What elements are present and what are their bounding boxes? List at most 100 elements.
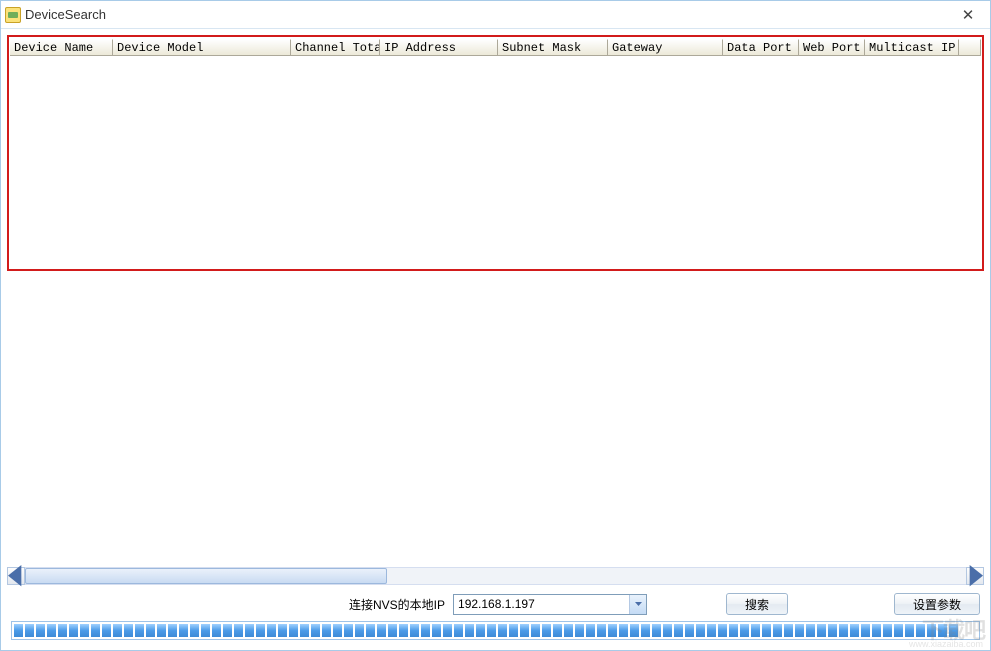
progress-segment [465,624,474,637]
progress-segment [850,624,859,637]
progress-segment [69,624,78,637]
progress-segment [124,624,133,637]
progress-segment [685,624,694,637]
progress-segment [916,624,925,637]
local-ip-input[interactable] [454,595,629,614]
progress-segment [696,624,705,637]
progress-segment [663,624,672,637]
progress-segment [927,624,936,637]
table-body[interactable] [10,56,981,268]
progress-segment [278,624,287,637]
local-ip-label: 连接NVS的本地IP [349,596,445,613]
scroll-right-button[interactable] [966,567,984,585]
spacer [7,271,984,567]
progress-segment [410,624,419,637]
progress-segment [113,624,122,637]
progress-segment [784,624,793,637]
progress-segment [564,624,573,637]
app-window: DeviceSearch ✕ Device NameDevice ModelCh… [0,0,991,651]
progress-segment [861,624,870,637]
progress-segment [542,624,551,637]
progress-segment [443,624,452,637]
progress-segment [234,624,243,637]
settings-button[interactable]: 设置参数 [894,593,980,615]
progress-segment [201,624,210,637]
column-header[interactable]: IP Address [380,39,498,56]
progress-segment [135,624,144,637]
progress-segment [641,624,650,637]
progress-segment [531,624,540,637]
progress-segment [355,624,364,637]
column-header[interactable]: Channel Total [291,39,380,56]
column-header[interactable]: Multicast IP [865,39,959,56]
progress-segment [300,624,309,637]
progress-segment [498,624,507,637]
content-area: Device NameDevice ModelChannel TotalIP A… [1,29,990,650]
titlebar[interactable]: DeviceSearch ✕ [1,1,990,29]
column-header[interactable]: Data Port [723,39,799,56]
progress-segment [80,624,89,637]
progress-segment [652,624,661,637]
progress-segment [157,624,166,637]
progress-segment [168,624,177,637]
close-icon[interactable]: ✕ [948,3,988,27]
progress-segment [575,624,584,637]
progress-segment [883,624,892,637]
progress-segment [256,624,265,637]
progress-bar [11,621,980,640]
progress-segment [740,624,749,637]
device-table-highlight: Device NameDevice ModelChannel TotalIP A… [7,35,984,271]
progress-segment [487,624,496,637]
progress-segment [872,624,881,637]
progress-segment [190,624,199,637]
progress-segment [311,624,320,637]
progress-segment [223,624,232,637]
progress-segment [619,624,628,637]
scroll-track[interactable] [25,567,966,585]
progress-segment [553,624,562,637]
search-button[interactable]: 搜索 [726,593,788,615]
progress-segment [520,624,529,637]
progress-segment [476,624,485,637]
progress-segment [91,624,100,637]
progress-segment [729,624,738,637]
progress-segment [421,624,430,637]
progress-segment [333,624,342,637]
progress-segment [509,624,518,637]
column-header[interactable]: Web Port [799,39,865,56]
horizontal-scrollbar[interactable] [7,567,984,585]
progress-segment [608,624,617,637]
progress-segment [366,624,375,637]
progress-segment [179,624,188,637]
progress-segment [388,624,397,637]
column-header[interactable]: Device Name [10,39,113,56]
progress-segment [36,624,45,637]
progress-segment [267,624,276,637]
progress-segment [322,624,331,637]
progress-segment [894,624,903,637]
progress-segment [795,624,804,637]
progress-segment [828,624,837,637]
bottom-controls: 连接NVS的本地IP 搜索 设置参数 [7,587,984,621]
progress-segment [454,624,463,637]
scroll-left-button[interactable] [7,567,25,585]
progress-segment [245,624,254,637]
progress-segment [432,624,441,637]
column-header[interactable]: Subnet Mask [498,39,608,56]
progress-segment [377,624,386,637]
progress-segment [212,624,221,637]
progress-segment [25,624,34,637]
progress-segment [905,624,914,637]
table-header-row: Device NameDevice ModelChannel TotalIP A… [10,38,981,56]
dropdown-button[interactable] [629,595,646,614]
progress-segment [58,624,67,637]
progress-segment [597,624,606,637]
scroll-thumb[interactable] [25,568,387,584]
progress-segment [289,624,298,637]
progress-segment [630,624,639,637]
progress-segment [949,624,958,637]
column-header[interactable]: Device Model [113,39,291,56]
column-header[interactable]: Gateway [608,39,723,56]
local-ip-combo[interactable] [453,594,647,615]
app-icon [5,7,21,23]
